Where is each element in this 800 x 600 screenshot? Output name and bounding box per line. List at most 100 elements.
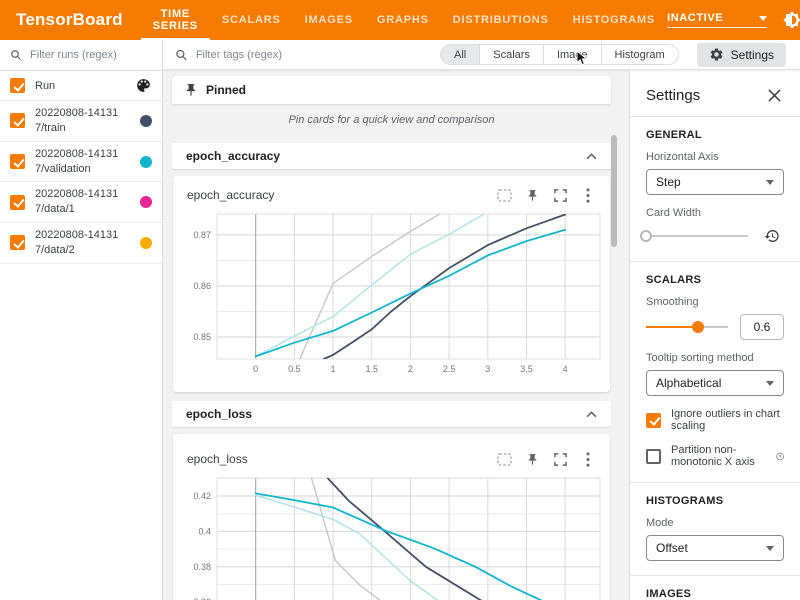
images-heading: IMAGES	[646, 588, 784, 600]
tooltip-sort-label: Tooltip sorting method	[646, 352, 784, 364]
tab-histograms[interactable]: HISTOGRAMS	[561, 0, 667, 40]
run-color-dot	[140, 115, 152, 127]
histogram-mode-select[interactable]: Offset	[646, 535, 784, 561]
palette-icon	[135, 77, 152, 94]
svg-text:3.5: 3.5	[520, 364, 533, 374]
svg-text:1.5: 1.5	[365, 364, 378, 374]
settings-button[interactable]: Settings	[697, 43, 786, 67]
chip-scalars[interactable]: Scalars	[480, 45, 544, 64]
ignore-outliers-row[interactable]: Ignore outliers in chart scaling	[646, 408, 784, 432]
tooltip-sort-value: Alphabetical	[656, 376, 721, 390]
brightness-icon	[783, 11, 800, 29]
general-heading: GENERAL	[646, 129, 784, 141]
pinned-section-header: Pinned	[172, 76, 611, 104]
run-name: 20220808-141317/data/1	[35, 187, 127, 217]
vertical-scrollbar[interactable]	[611, 135, 617, 247]
data-table-toggle-button[interactable]	[492, 184, 516, 206]
run-name: 20220808-141317/train	[35, 106, 127, 136]
tooltip-sort-select[interactable]: Alphabetical	[646, 370, 784, 396]
tab-graphs[interactable]: GRAPHS	[365, 0, 441, 40]
section-title: epoch_loss	[186, 407, 252, 421]
svg-text:0.42: 0.42	[193, 491, 211, 501]
tags-filter-input[interactable]	[196, 49, 422, 61]
run-list-header: Run	[0, 71, 162, 101]
help-icon: ?	[776, 450, 784, 463]
settings-button-label: Settings	[731, 48, 774, 62]
run-row-data2[interactable]: 20220808-141317/data/2	[0, 223, 162, 264]
run-checkbox[interactable]	[10, 113, 25, 128]
chevron-up-icon	[586, 411, 597, 418]
tab-images[interactable]: IMAGES	[293, 0, 365, 40]
pin-icon	[526, 453, 539, 466]
run-row-data1[interactable]: 20220808-141317/data/1	[0, 182, 162, 223]
reload-status-dropdown[interactable]: INACTIVE	[667, 12, 767, 28]
tab-scalars[interactable]: SCALARS	[210, 0, 293, 40]
chip-image[interactable]: Image	[544, 45, 602, 64]
card-menu-button[interactable]	[576, 184, 600, 206]
partition-x-axis-checkbox[interactable]	[646, 449, 661, 464]
slider-thumb[interactable]	[640, 230, 652, 242]
section-epoch-loss[interactable]: epoch_loss	[172, 401, 611, 427]
run-color-palette-button[interactable]	[135, 77, 152, 94]
runs-filter-input[interactable]	[30, 49, 152, 61]
chip-histogram[interactable]: Histogram	[602, 45, 678, 64]
card-menu-button[interactable]	[576, 448, 600, 470]
gear-icon	[709, 47, 724, 62]
card-width-label: Card Width	[646, 207, 784, 219]
tab-distributions[interactable]: DISTRIBUTIONS	[441, 0, 561, 40]
histogram-mode-label: Mode	[646, 517, 784, 529]
kebab-menu-icon	[586, 188, 590, 203]
svg-text:0.85: 0.85	[193, 332, 211, 342]
reset-icon	[764, 228, 780, 244]
settings-panel-title: Settings	[646, 87, 700, 104]
settings-images-section: IMAGES Brightness Cont	[630, 576, 800, 600]
card-width-slider[interactable]	[646, 229, 748, 243]
fullscreen-icon	[554, 453, 567, 466]
run-row-validation[interactable]: 20220808-141317/validation	[0, 142, 162, 183]
slider-thumb[interactable]	[692, 321, 704, 333]
pin-card-button[interactable]	[520, 448, 544, 470]
tensorboard-logo: TensorBoard	[0, 0, 141, 40]
settings-scalars-section: SCALARS Smoothing 0.6 Tooltip sorting me…	[630, 262, 800, 483]
run-row-train[interactable]: 20220808-141317/train	[0, 101, 162, 142]
horizontal-axis-select[interactable]: Step	[646, 169, 784, 195]
run-checkbox[interactable]	[10, 195, 25, 210]
partition-x-axis-row[interactable]: Partition non-monotonic X axis ?	[646, 444, 784, 468]
ignore-outliers-checkbox[interactable]	[646, 413, 661, 428]
epoch-loss-chart[interactable]: 0.360.380.40.4200.511.522.533.54	[181, 474, 606, 600]
pinned-title: Pinned	[206, 83, 246, 97]
close-settings-button[interactable]	[762, 84, 786, 106]
section-epoch-accuracy[interactable]: epoch_accuracy	[172, 143, 611, 169]
epoch-accuracy-chart[interactable]: 0.850.860.8700.511.522.533.54	[181, 210, 606, 382]
settings-panel: Settings GENERAL Horizontal Axis Step Ca…	[629, 70, 800, 600]
fullscreen-button[interactable]	[548, 184, 572, 206]
tab-time-series[interactable]: TIME SERIES	[141, 0, 210, 40]
chevron-down-icon	[766, 381, 774, 386]
chip-all[interactable]: All	[441, 45, 480, 64]
run-color-dot	[140, 156, 152, 168]
select-all-runs-checkbox[interactable]	[10, 78, 25, 93]
theme-toggle-button[interactable]	[781, 9, 800, 31]
pin-card-button[interactable]	[520, 184, 544, 206]
settings-histograms-section: HISTOGRAMS Mode Offset	[630, 483, 800, 576]
section-title: epoch_accuracy	[186, 149, 280, 163]
card-width-reset-button[interactable]	[760, 225, 784, 247]
runs-filter	[0, 40, 162, 71]
scalars-heading: SCALARS	[646, 274, 784, 286]
data-table-toggle-button[interactable]	[492, 448, 516, 470]
smoothing-slider[interactable]	[646, 320, 728, 334]
epoch-accuracy-card: epoch_accuracy	[173, 176, 610, 392]
svg-text:2: 2	[408, 364, 413, 374]
tensorboard-app: TensorBoard TIME SERIES SCALARS IMAGES G…	[0, 0, 800, 600]
horizontal-axis-value: Step	[656, 175, 681, 189]
fullscreen-button[interactable]	[548, 448, 572, 470]
smoothing-value-input[interactable]: 0.6	[740, 314, 784, 340]
close-icon	[768, 89, 781, 102]
histograms-heading: HISTOGRAMS	[646, 495, 784, 507]
tags-filter	[175, 48, 422, 62]
run-checkbox[interactable]	[10, 154, 25, 169]
svg-text:0.86: 0.86	[193, 281, 211, 291]
run-checkbox[interactable]	[10, 235, 25, 250]
cards-area: Pinned Pin cards for a quick view and co…	[163, 70, 629, 600]
svg-text:0.38: 0.38	[193, 562, 211, 572]
